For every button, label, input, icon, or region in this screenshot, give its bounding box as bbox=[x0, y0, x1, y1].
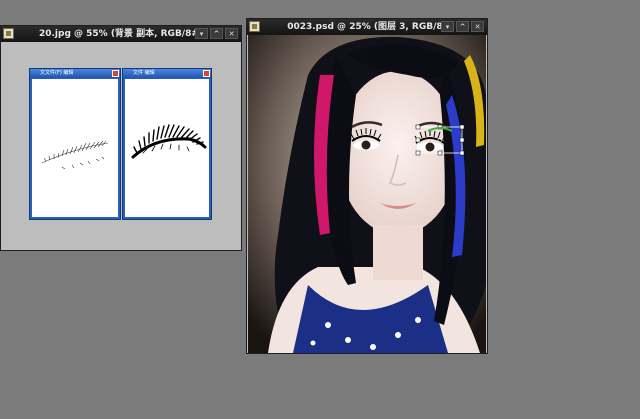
maximize-button[interactable]: ^ bbox=[456, 21, 469, 32]
collapse-button[interactable]: ▾ bbox=[441, 21, 454, 32]
portrait-photo bbox=[248, 35, 486, 353]
window-titlebar[interactable]: 20.jpg @ 55% (背景 副本, RGB/8#) ▾ ^ ✕ bbox=[1, 26, 241, 42]
dense-eyelash-brush bbox=[131, 124, 207, 159]
close-button[interactable]: ✕ bbox=[225, 28, 238, 39]
close-icon bbox=[112, 70, 119, 77]
embedded-window-title: 文件 编辑 bbox=[123, 69, 211, 78]
transform-handle[interactable] bbox=[437, 150, 443, 156]
window-titlebar[interactable]: 0023.psd @ 25% (图层 3, RGB/8) ▾ ^ ✕ bbox=[247, 19, 487, 35]
photoshop-document-icon bbox=[3, 28, 14, 39]
transform-handle[interactable] bbox=[459, 124, 465, 130]
transform-handle[interactable] bbox=[415, 150, 421, 156]
embedded-window-left: 文文件(F) 编辑 bbox=[29, 68, 121, 220]
transform-handle[interactable] bbox=[415, 137, 421, 143]
collapse-button[interactable]: ▾ bbox=[195, 28, 208, 39]
embedded-canvas bbox=[32, 79, 118, 217]
document-canvas[interactable] bbox=[248, 35, 486, 353]
transform-handle[interactable] bbox=[459, 150, 465, 156]
transform-handle[interactable] bbox=[459, 137, 465, 143]
window-title: 0023.psd @ 25% (图层 3, RGB/8) bbox=[287, 22, 447, 32]
embedded-canvas bbox=[125, 79, 209, 217]
neck bbox=[373, 225, 423, 280]
embedded-window-right: 文件 编辑 bbox=[122, 68, 212, 220]
embedded-window-title: 文文件(F) 编辑 bbox=[30, 69, 120, 78]
document-window-20jpg[interactable]: 20.jpg @ 55% (背景 副本, RGB/8#) ▾ ^ ✕ 文文件(F… bbox=[0, 25, 242, 251]
sparse-eyelash-sketch bbox=[41, 140, 109, 170]
document-window-0023psd[interactable]: 0023.psd @ 25% (图层 3, RGB/8) ▾ ^ ✕ bbox=[246, 18, 488, 354]
window-title: 20.jpg @ 55% (背景 副本, RGB/8#) bbox=[38, 29, 204, 39]
maximize-button[interactable]: ^ bbox=[210, 28, 223, 39]
close-button[interactable]: ✕ bbox=[471, 21, 484, 32]
close-icon bbox=[203, 70, 210, 77]
transform-handle[interactable] bbox=[415, 124, 421, 130]
document-canvas[interactable]: 文文件(F) 编辑 文件 编辑 bbox=[1, 42, 241, 250]
photoshop-document-icon bbox=[249, 21, 260, 32]
